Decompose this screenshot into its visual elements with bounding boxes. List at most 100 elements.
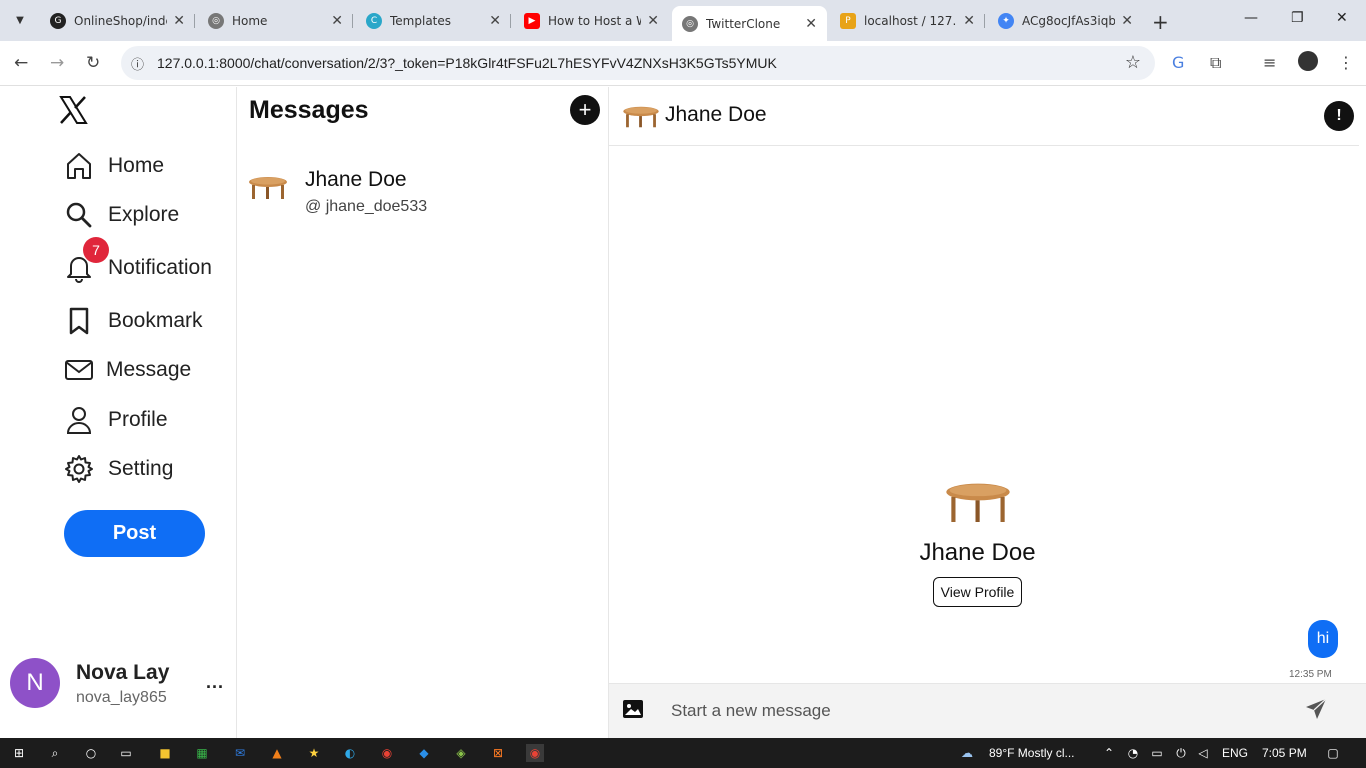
- office-app-icon[interactable]: ▲: [268, 744, 286, 762]
- close-tab-icon[interactable]: ✕: [489, 13, 501, 29]
- weather-icon: ☁: [961, 746, 973, 760]
- file-explorer-icon[interactable]: ■: [156, 744, 174, 762]
- image-upload-icon[interactable]: [623, 700, 643, 718]
- chevron-up-icon[interactable]: ⌃: [1100, 744, 1118, 762]
- new-tab-icon[interactable]: +: [1152, 10, 1169, 34]
- chrome-icon[interactable]: ◉: [378, 744, 396, 762]
- battery-icon[interactable]: ▭: [1148, 744, 1166, 762]
- close-tab-icon[interactable]: ✕: [173, 13, 185, 29]
- info-icon[interactable]: !: [1324, 101, 1354, 131]
- contact-avatar[interactable]: [621, 103, 661, 131]
- tab-title: OnlineShop/inde: [74, 14, 168, 28]
- post-button[interactable]: Post: [64, 510, 205, 557]
- tab-acg8oc[interactable]: ✦ ACg8ocJfAs3iqb ✕: [988, 6, 1143, 36]
- chat-panel: Jhane Doe ! Jhane Doe View Profile hi 12…: [609, 87, 1366, 738]
- windows-start-icon[interactable]: ⊞: [10, 744, 28, 762]
- back-icon[interactable]: ←: [14, 53, 28, 73]
- mail-app-icon[interactable]: ✉: [231, 744, 249, 762]
- star-app-icon[interactable]: ★: [305, 744, 323, 762]
- forward-icon[interactable]: →: [50, 53, 64, 73]
- clock[interactable]: 7:05 PM: [1262, 746, 1307, 760]
- tab-title: TwitterClone: [706, 16, 781, 31]
- bookmark-star-icon[interactable]: ☆: [1125, 52, 1141, 73]
- close-tab-icon[interactable]: ✕: [647, 13, 659, 29]
- store-icon[interactable]: ▦: [193, 744, 211, 762]
- x-logo-icon[interactable]: [58, 95, 88, 125]
- close-tab-icon[interactable]: ✕: [963, 13, 975, 29]
- tab-twitterclone[interactable]: ◎ TwitterClone ✕: [672, 6, 827, 41]
- sidebar-item-setting[interactable]: Setting: [64, 454, 173, 484]
- sidebar-item-profile[interactable]: Profile: [64, 405, 168, 435]
- address-bar[interactable]: ⓘ 127.0.0.1:8000/chat/conversation/2/3?_…: [121, 46, 1155, 80]
- tab-how-to-host[interactable]: ▶ How to Host a W ✕: [514, 6, 669, 36]
- profile-avatar-icon[interactable]: [1298, 51, 1318, 71]
- weather-text[interactable]: 89°F Mostly cl...: [989, 746, 1074, 760]
- send-icon[interactable]: [1305, 698, 1327, 720]
- language-indicator[interactable]: ENG: [1222, 746, 1248, 760]
- tab-templates[interactable]: C Templates ✕: [356, 6, 511, 36]
- volume-icon[interactable]: ◁: [1194, 744, 1212, 762]
- avatar[interactable]: N: [10, 658, 60, 708]
- site-info-icon[interactable]: ⓘ: [131, 54, 144, 73]
- browser-menu-icon[interactable]: ⋮: [1338, 53, 1354, 72]
- windows-taskbar: ⊞ ⌕ ○ ▭ ■ ▦ ✉ ▲ ★ ◐ ◉ ◆ ◈ ⊠ ◉ ☁ 89°F Mos…: [0, 738, 1366, 768]
- git-icon[interactable]: ◈: [452, 744, 470, 762]
- search-icon[interactable]: ⌕: [46, 744, 64, 762]
- message-composer: [609, 683, 1366, 738]
- cortana-icon[interactable]: ○: [82, 744, 100, 762]
- restore-icon[interactable]: ❐: [1291, 10, 1304, 26]
- sidebar-item-label: Bookmark: [108, 309, 203, 332]
- bookmark-icon: [69, 307, 89, 335]
- tab-search-chevron-icon[interactable]: ▼: [8, 8, 32, 32]
- new-message-icon[interactable]: +: [570, 95, 600, 125]
- message-timestamp: 12:35 PM: [1289, 669, 1332, 680]
- conversation-item[interactable]: Jhane Doe @ jhane_doe533: [247, 165, 602, 220]
- minimize-icon[interactable]: —: [1244, 10, 1258, 26]
- close-window-icon[interactable]: ✕: [1336, 10, 1348, 26]
- xampp-icon[interactable]: ⊠: [489, 744, 507, 762]
- notification-center-icon[interactable]: ▢: [1324, 744, 1342, 762]
- task-view-icon[interactable]: ▭: [117, 744, 135, 762]
- reload-icon[interactable]: ↻: [86, 53, 100, 73]
- sidebar-item-label: Profile: [108, 408, 168, 431]
- more-options-icon[interactable]: ...: [206, 672, 224, 693]
- page-title: Messages: [249, 96, 369, 124]
- globe-icon: ◎: [682, 15, 698, 32]
- edge-icon[interactable]: ◐: [341, 744, 359, 762]
- left-sidebar: Home Explore Notification 7 Bookmark Mes…: [0, 87, 237, 738]
- sidebar-item-label: Notification: [108, 256, 212, 279]
- sidebar-item-bookmark[interactable]: Bookmark: [64, 306, 203, 336]
- view-profile-button[interactable]: View Profile: [933, 577, 1022, 607]
- close-tab-icon[interactable]: ✕: [805, 16, 817, 32]
- url-text[interactable]: 127.0.0.1:8000/chat/conversation/2/3?_to…: [157, 55, 777, 71]
- network-icon[interactable]: ◔: [1124, 744, 1142, 762]
- search-icon: [66, 202, 92, 228]
- github-icon: G: [50, 13, 66, 29]
- sidebar-item-message[interactable]: Message: [64, 355, 191, 385]
- tab-onlineshop[interactable]: G OnlineShop/inde ✕: [40, 6, 195, 36]
- tab-title: How to Host a W: [548, 14, 642, 28]
- vscode-icon[interactable]: ◆: [415, 744, 433, 762]
- translate-icon[interactable]: G: [1172, 53, 1184, 72]
- sidebar-item-label: Home: [108, 154, 165, 177]
- contact-avatar: [249, 177, 287, 199]
- close-tab-icon[interactable]: ✕: [1121, 13, 1133, 29]
- sidebar-item-home[interactable]: Home: [64, 151, 164, 181]
- media-control-icon[interactable]: ≡: [1263, 53, 1276, 72]
- close-tab-icon[interactable]: ✕: [331, 13, 343, 29]
- tab-home[interactable]: ◎ Home ✕: [198, 6, 353, 36]
- power-icon[interactable]: ⏻: [1172, 744, 1190, 762]
- chrome-active-icon[interactable]: ◉: [526, 744, 544, 762]
- current-user-card[interactable]: N Nova Lay nova_lay865 ...: [10, 658, 235, 710]
- tab-divider: [352, 14, 353, 28]
- extensions-icon[interactable]: ⧉: [1210, 53, 1221, 73]
- tab-localhost[interactable]: P localhost / 127.0 ✕: [830, 6, 985, 36]
- sidebar-item-explore[interactable]: Explore: [64, 200, 179, 230]
- chat-contact-name[interactable]: Jhane Doe: [665, 103, 767, 127]
- message-input[interactable]: [671, 696, 1271, 726]
- twitter-clone-app: Home Explore Notification 7 Bookmark Mes…: [0, 87, 1366, 738]
- tab-divider: [194, 14, 195, 28]
- tab-title: localhost / 127.0: [864, 14, 958, 28]
- home-icon: [67, 153, 91, 179]
- browser-tab-strip: ▼ G OnlineShop/inde ✕ ◎ Home ✕ C Templat…: [0, 0, 1366, 41]
